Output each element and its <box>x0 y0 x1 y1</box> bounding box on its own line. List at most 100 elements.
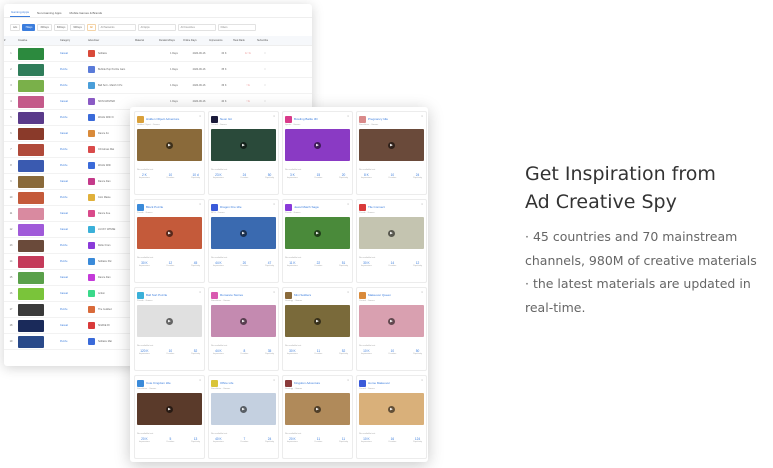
creative-thumbnail[interactable] <box>18 303 44 316</box>
card-title[interactable]: Home Makeover <box>368 381 420 385</box>
creative-thumbnail[interactable] <box>18 319 44 332</box>
play-icon[interactable]: ▶ <box>388 405 395 413</box>
creative-preview[interactable]: ▶ <box>137 217 202 249</box>
close-icon[interactable]: × <box>347 290 349 294</box>
creative-card[interactable]: Bowling Battle 3D × Sports · Games ▶ No avai… <box>282 111 353 195</box>
table-row[interactable]: 3 Puzzle Ball Sort - Match 3 Pu 1 Days 2020-… <box>4 78 312 94</box>
creative-thumbnail[interactable] <box>18 191 44 204</box>
close-icon[interactable]: × <box>273 378 275 382</box>
tab-item[interactable]: Non-Gaming Apps <box>36 11 63 17</box>
creative-card[interactable]: Cute Kingdom Idle × Simulation · Games ▶ No … <box>134 375 205 459</box>
creative-thumbnail[interactable] <box>18 159 44 172</box>
subscribe-icon[interactable]: ☆ <box>260 84 270 87</box>
close-icon[interactable]: × <box>199 114 201 118</box>
creative-preview[interactable]: ▶ <box>137 305 202 337</box>
creative-card[interactable]: Home Makeover × Casual · Games ▶ No availabl… <box>356 375 427 459</box>
close-icon[interactable]: × <box>273 202 275 206</box>
close-icon[interactable]: × <box>421 202 423 206</box>
creative-thumbnail[interactable] <box>18 335 44 348</box>
subscribe-icon[interactable]: ☆ <box>260 100 270 103</box>
filter-button[interactable]: 90Days <box>70 23 85 31</box>
creative-preview[interactable]: ▶ <box>137 393 202 425</box>
creative-card[interactable]: Jewel Match Saga × Puzzle · Games ▶ No avail… <box>282 199 353 283</box>
play-icon[interactable]: ▶ <box>314 405 321 413</box>
creative-thumbnail[interactable] <box>18 239 44 252</box>
filter-select[interactable]: All Countries <box>177 23 216 31</box>
filter-button[interactable]: 7Days <box>22 23 36 31</box>
play-icon[interactable]: ▶ <box>240 405 247 413</box>
creative-card[interactable]: Hidden Object Adventure × Hidden Object · … <box>134 111 205 195</box>
creative-thumbnail[interactable] <box>18 223 44 236</box>
filter-button[interactable]: All <box>86 23 96 31</box>
creative-card[interactable]: Office Life × Simulation · Games ▶ No availa… <box>208 375 279 459</box>
play-icon[interactable]: ▶ <box>314 317 321 325</box>
card-title[interactable]: Bowling Battle 3D <box>294 117 346 121</box>
filter-select[interactable]: All Networks <box>97 23 136 31</box>
close-icon[interactable]: × <box>421 114 423 118</box>
creative-preview[interactable]: ▶ <box>359 305 424 337</box>
advertiser-name[interactable]: Ball Sort - Match 3 Pu <box>98 84 138 87</box>
close-icon[interactable]: × <box>347 114 349 118</box>
creative-thumbnail[interactable] <box>18 63 44 76</box>
play-icon[interactable]: ▶ <box>166 141 173 149</box>
card-title[interactable]: Mini Soldiers <box>294 293 346 297</box>
close-icon[interactable]: × <box>347 378 349 382</box>
creative-card[interactable]: Block Puzzle × Puzzle · Games ▶ No available… <box>134 199 205 283</box>
close-icon[interactable]: × <box>421 378 423 382</box>
card-title[interactable]: Cute Kingdom Idle <box>146 381 198 385</box>
card-title[interactable]: Romance Stories <box>220 293 272 297</box>
table-row[interactable]: 2 Puzzle Bubble Pop Puzzle Gam 1 Days 2020-0… <box>4 62 312 78</box>
filter-button[interactable]: 60Days <box>53 23 69 31</box>
card-title[interactable]: Neon Git <box>220 117 272 121</box>
close-icon[interactable]: × <box>199 290 201 294</box>
close-icon[interactable]: × <box>347 202 349 206</box>
creative-preview[interactable]: ▶ <box>285 217 350 249</box>
creative-preview[interactable]: ▶ <box>285 129 350 161</box>
card-title[interactable]: Hidden Object Adventure <box>146 117 198 121</box>
play-icon[interactable]: ▶ <box>240 229 247 237</box>
card-title[interactable]: Block Puzzle <box>146 205 198 209</box>
creative-thumbnail[interactable] <box>18 271 44 284</box>
creative-thumbnail[interactable] <box>18 255 44 268</box>
creative-card[interactable]: Tile Connect × Puzzle · Games ▶ No available… <box>356 199 427 283</box>
card-title[interactable]: Pregnancy Idle <box>368 117 420 121</box>
creative-thumbnail[interactable] <box>18 95 44 108</box>
creative-thumbnail[interactable] <box>18 143 44 156</box>
creative-preview[interactable]: ▶ <box>211 305 276 337</box>
advertiser-name[interactable]: SKIN MASTER <box>98 100 138 103</box>
creative-preview[interactable]: ▶ <box>137 129 202 161</box>
creative-preview[interactable]: ▶ <box>211 217 276 249</box>
close-icon[interactable]: × <box>273 114 275 118</box>
play-icon[interactable]: ▶ <box>388 229 395 237</box>
play-icon[interactable]: ▶ <box>314 141 321 149</box>
filter-select[interactable]: Filters <box>217 23 256 31</box>
creative-card[interactable]: Dragon Fire Idle × RPG · Games ▶ No availabl… <box>208 199 279 283</box>
creative-preview[interactable]: ▶ <box>359 217 424 249</box>
play-icon[interactable]: ▶ <box>166 229 173 237</box>
close-icon[interactable]: × <box>421 290 423 294</box>
creative-card[interactable]: Mini Soldiers × Strategy · Games ▶ No availa… <box>282 287 353 371</box>
tab-item[interactable]: Gaming Apps <box>10 10 31 17</box>
creative-thumbnail[interactable] <box>18 175 44 188</box>
creative-card[interactable]: Pregnancy Idle × Simulation · Games ▶ No ava… <box>356 111 427 195</box>
subscribe-icon[interactable]: ☆ <box>260 52 270 55</box>
card-title[interactable]: Ball Sort Puzzle <box>146 293 198 297</box>
creative-preview[interactable]: ▶ <box>211 393 276 425</box>
creative-card[interactable]: Kingdom Adventure × Strategy · Games ▶ No av… <box>282 375 353 459</box>
play-icon[interactable]: ▶ <box>388 317 395 325</box>
creative-thumbnail[interactable] <box>18 47 44 60</box>
creative-card[interactable]: Makeover Queen × Casual · Games ▶ No availab… <box>356 287 427 371</box>
creative-card[interactable]: Neon Git × Casual · Games ▶ No available tex… <box>208 111 279 195</box>
creative-preview[interactable]: ▶ <box>359 393 424 425</box>
subscribe-icon[interactable]: ☆ <box>260 68 270 71</box>
filter-button[interactable]: 30Days <box>37 23 52 31</box>
creative-preview[interactable]: ▶ <box>285 393 350 425</box>
advertiser-name[interactable]: Bubble Pop Puzzle Gam <box>98 68 138 71</box>
creative-thumbnail[interactable] <box>18 127 44 140</box>
card-title[interactable]: Makeover Queen <box>368 293 420 297</box>
card-title[interactable]: Tile Connect <box>368 205 420 209</box>
card-title[interactable]: Office Life <box>220 381 272 385</box>
filter-button[interactable]: Ads <box>10 23 21 31</box>
play-icon[interactable]: ▶ <box>388 141 395 149</box>
close-icon[interactable]: × <box>199 378 201 382</box>
